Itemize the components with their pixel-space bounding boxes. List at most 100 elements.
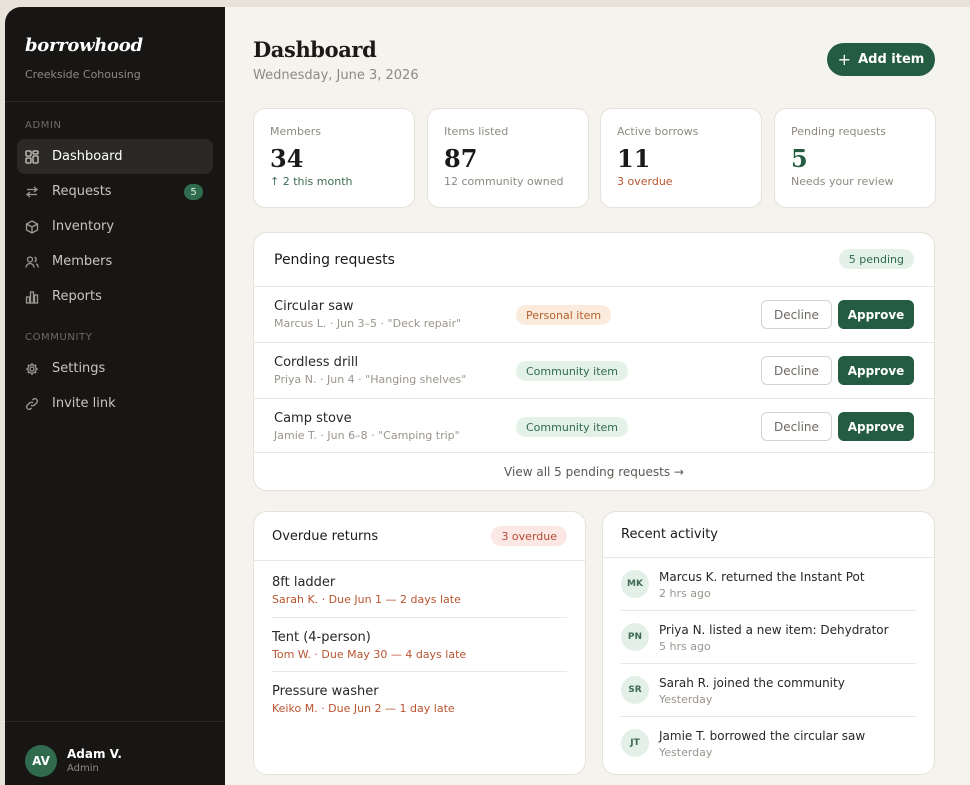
item-type-badge: Personal item xyxy=(516,305,612,325)
page-title: Dashboard xyxy=(253,37,377,62)
user-name: Adam V. xyxy=(67,747,122,761)
sidebar-item-dashboard[interactable]: Dashboard xyxy=(17,139,213,174)
sidebar-item-requests[interactable]: Requests 5 xyxy=(17,174,213,209)
sidebar-item-label: Reports xyxy=(52,289,102,304)
overdue-meta: Keiko M. · Due Jun 2 — 1 day late xyxy=(272,702,455,715)
overdue-item-name: Tent (4-person) xyxy=(272,630,371,645)
stat-sub: 3 overdue xyxy=(617,175,673,188)
recent-activity-card: Recent activity MK Marcus K. returned th… xyxy=(602,511,935,775)
box-icon xyxy=(25,219,39,234)
sidebar-item-members[interactable]: Members xyxy=(17,244,213,279)
decline-button[interactable]: Decline xyxy=(761,300,832,329)
approve-button[interactable]: Approve xyxy=(838,356,914,385)
grid-icon xyxy=(25,149,39,164)
activity-row: PN Priya N. listed a new item: Dehydrato… xyxy=(621,611,916,664)
sidebar-item-inventory[interactable]: Inventory xyxy=(17,209,213,244)
stat-sub: 12 community owned xyxy=(444,175,564,188)
request-row: Circular saw Marcus L. · Jun 3–5 · "Deck… xyxy=(254,286,934,342)
overdue-row[interactable]: Tent (4-person) Tom W. · Due May 30 — 4 … xyxy=(272,617,567,671)
overdue-row[interactable]: Pressure washer Keiko M. · Due Jun 2 — 1… xyxy=(272,671,567,725)
request-meta: Marcus L. · Jun 3–5 · "Deck repair" xyxy=(274,317,462,330)
activity-time: 2 hrs ago xyxy=(659,587,711,600)
stat-card-members: Members 34 ↑ 2 this month xyxy=(253,108,415,208)
requests-count-badge: 5 xyxy=(184,184,203,200)
stat-label: Active borrows xyxy=(617,125,699,138)
activity-row: JT Jamie T. borrowed the circular saw Ye… xyxy=(621,717,916,770)
activity-text: Sarah R. joined the community xyxy=(659,676,845,690)
user-profile[interactable]: AV Adam V. Admin xyxy=(5,721,225,785)
item-type-badge: Community item xyxy=(516,361,629,381)
sidebar-item-label: Requests xyxy=(52,184,112,199)
activity-time: Yesterday xyxy=(659,693,713,706)
request-row: Camp stove Jamie T. · Jun 6–8 · "Camping… xyxy=(254,398,934,454)
gear-icon xyxy=(25,362,39,376)
nav-heading-community: COMMUNITY xyxy=(25,332,93,343)
sidebar-item-label: Invite link xyxy=(52,396,116,411)
request-item-name: Circular saw xyxy=(274,299,354,314)
stat-card-pending-requests: Pending requests 5 Needs your review xyxy=(774,108,936,208)
stat-card-active-borrows: Active borrows 11 3 overdue xyxy=(600,108,762,208)
request-meta: Priya N. · Jun 4 · "Hanging shelves" xyxy=(274,373,467,386)
stat-label: Items listed xyxy=(444,125,509,138)
request-item-name: Camp stove xyxy=(274,411,352,426)
stat-sub: ↑ 2 this month xyxy=(270,175,353,188)
decline-button[interactable]: Decline xyxy=(761,356,832,385)
card-title: Recent activity xyxy=(621,527,718,542)
overdue-meta: Tom W. · Due May 30 — 4 days late xyxy=(272,648,467,661)
stat-value: 34 xyxy=(270,144,304,173)
sidebar: borrowhood Creekside Cohousing ADMIN Das… xyxy=(5,7,225,785)
sidebar-item-label: Inventory xyxy=(52,219,115,234)
overdue-count-badge: 3 overdue xyxy=(491,526,567,546)
request-item-name: Cordless drill xyxy=(274,355,359,370)
activity-text: Priya N. listed a new item: Dehydrator xyxy=(659,623,889,637)
activity-text: Jamie T. borrowed the circular saw xyxy=(659,729,866,743)
pending-requests-card: Pending requests 5 pending Circular saw … xyxy=(253,232,935,491)
sidebar-item-settings[interactable]: Settings xyxy=(17,351,213,386)
request-row: Cordless drill Priya N. · Jun 4 · "Hangi… xyxy=(254,342,934,398)
users-icon xyxy=(25,255,39,269)
card-title: Overdue returns xyxy=(272,529,379,544)
stat-card-items-listed: Items listed 87 12 community owned xyxy=(427,108,589,208)
activity-avatar: PN xyxy=(621,623,649,651)
brand: borrowhood Creekside Cohousing xyxy=(5,7,225,102)
activity-time: 5 hrs ago xyxy=(659,640,711,653)
add-item-label: Add item xyxy=(858,52,925,67)
stat-value: 5 xyxy=(791,144,808,173)
card-title: Pending requests xyxy=(274,252,395,268)
activity-row: MK Marcus K. returned the Instant Pot 2 … xyxy=(621,558,916,611)
stat-value: 11 xyxy=(617,144,651,173)
stat-sub: Needs your review xyxy=(791,175,894,188)
swap-arrows-icon xyxy=(25,185,39,199)
activity-avatar: SR xyxy=(621,676,649,704)
add-item-button[interactable]: + Add item xyxy=(827,43,935,76)
plus-icon: + xyxy=(837,50,852,69)
link-icon xyxy=(25,397,39,411)
pending-count-badge: 5 pending xyxy=(838,249,914,269)
main-content: Dashboard Wednesday, June 3, 2026 + Add … xyxy=(225,7,970,785)
activity-text: Marcus K. returned the Instant Pot xyxy=(659,570,865,584)
activity-avatar: JT xyxy=(621,729,649,757)
brand-logo[interactable]: borrowhood xyxy=(25,35,205,56)
approve-button[interactable]: Approve xyxy=(838,412,914,441)
sidebar-item-label: Members xyxy=(52,254,113,269)
activity-avatar: MK xyxy=(621,570,649,598)
sidebar-item-label: Dashboard xyxy=(52,149,123,164)
activity-time: Yesterday xyxy=(659,746,713,759)
sidebar-item-label: Settings xyxy=(52,361,106,376)
sidebar-item-invite-link[interactable]: Invite link xyxy=(17,386,213,421)
bar-chart-icon xyxy=(25,290,39,304)
app-window: borrowhood Creekside Cohousing ADMIN Das… xyxy=(5,7,970,785)
decline-button[interactable]: Decline xyxy=(761,412,832,441)
community-name: Creekside Cohousing xyxy=(25,68,141,81)
overdue-returns-card: Overdue returns 3 overdue 8ft ladder Sar… xyxy=(253,511,586,775)
overdue-row[interactable]: 8ft ladder Sarah K. · Due Jun 1 — 2 days… xyxy=(272,563,567,617)
stat-label: Members xyxy=(270,125,321,138)
view-all-requests-link[interactable]: View all 5 pending requests → xyxy=(254,452,934,490)
overdue-item-name: 8ft ladder xyxy=(272,575,336,590)
user-role: Admin xyxy=(67,763,99,774)
approve-button[interactable]: Approve xyxy=(838,300,914,329)
request-meta: Jamie T. · Jun 6–8 · "Camping trip" xyxy=(274,429,460,442)
overdue-meta: Sarah K. · Due Jun 1 — 2 days late xyxy=(272,593,461,606)
sidebar-item-reports[interactable]: Reports xyxy=(17,279,213,314)
stat-label: Pending requests xyxy=(791,125,887,138)
